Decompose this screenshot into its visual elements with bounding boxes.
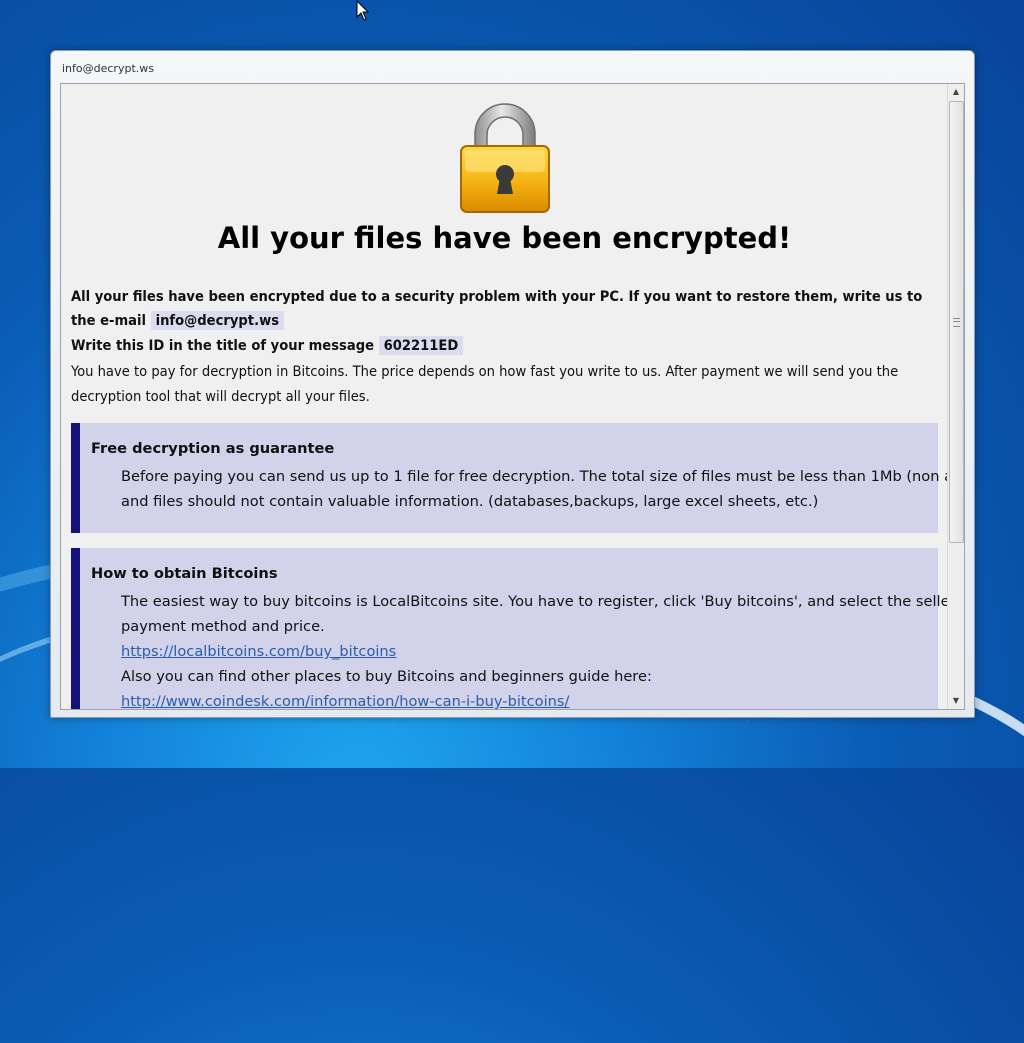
bitcoins-box: How to obtain Bitcoins The easiest way t… — [71, 548, 948, 709]
window-title: info@decrypt.ws — [62, 62, 154, 75]
bitcoins-title: How to obtain Bitcoins — [91, 565, 278, 582]
bitcoins-line-1: The easiest way to buy bitcoins is Local… — [121, 593, 948, 610]
scroll-down-icon[interactable]: ▼ — [948, 693, 964, 709]
email-label: the e-mail — [71, 312, 146, 329]
guarantee-title: Free decryption as guarantee — [91, 440, 335, 457]
victim-id[interactable]: 602211ED — [378, 336, 464, 355]
intro-line-2: the e-mail info@decrypt.ws — [71, 311, 285, 330]
grip-icon — [953, 318, 960, 327]
scroll-up-icon[interactable]: ▲ — [948, 84, 964, 100]
mouse-cursor-icon — [356, 0, 370, 21]
id-label: Write this ID in the title of your messa… — [71, 337, 375, 354]
localbitcoins-link[interactable]: https://localbitcoins.com/buy_bitcoins — [121, 643, 396, 660]
intro-line-5: decryption tool that will decrypt all yo… — [71, 388, 370, 405]
guarantee-line-1: Before paying you can send us up to 1 fi… — [121, 468, 948, 485]
intro-line-3: Write this ID in the title of your messa… — [71, 336, 464, 355]
message-content: All your files have been encrypted! All … — [61, 84, 948, 709]
ransom-note-window: info@decrypt.ws All your files have been… — [50, 50, 975, 718]
message-viewport: All your files have been encrypted! All … — [60, 83, 965, 710]
headline: All your files have been encrypted! — [217, 221, 792, 255]
window-titlebar[interactable]: info@decrypt.ws — [51, 51, 974, 83]
bitcoins-line-2: payment method and price. — [121, 618, 325, 635]
padlock-icon — [460, 103, 550, 213]
guarantee-line-2: and files should not contain valuable in… — [121, 493, 819, 510]
vertical-scrollbar[interactable]: ▲ ▼ — [947, 84, 964, 709]
bitcoins-line-3: Also you can find other places to buy Bi… — [121, 668, 652, 685]
scrollbar-thumb[interactable] — [949, 101, 964, 543]
intro-line-4: You have to pay for decryption in Bitcoi… — [71, 363, 899, 380]
contact-email[interactable]: info@decrypt.ws — [150, 311, 285, 330]
intro-line-1: All your files have been encrypted due t… — [71, 288, 923, 305]
guarantee-box: Free decryption as guarantee Before payi… — [71, 423, 948, 533]
coindesk-link[interactable]: http://www.coindesk.com/information/how-… — [121, 693, 569, 709]
